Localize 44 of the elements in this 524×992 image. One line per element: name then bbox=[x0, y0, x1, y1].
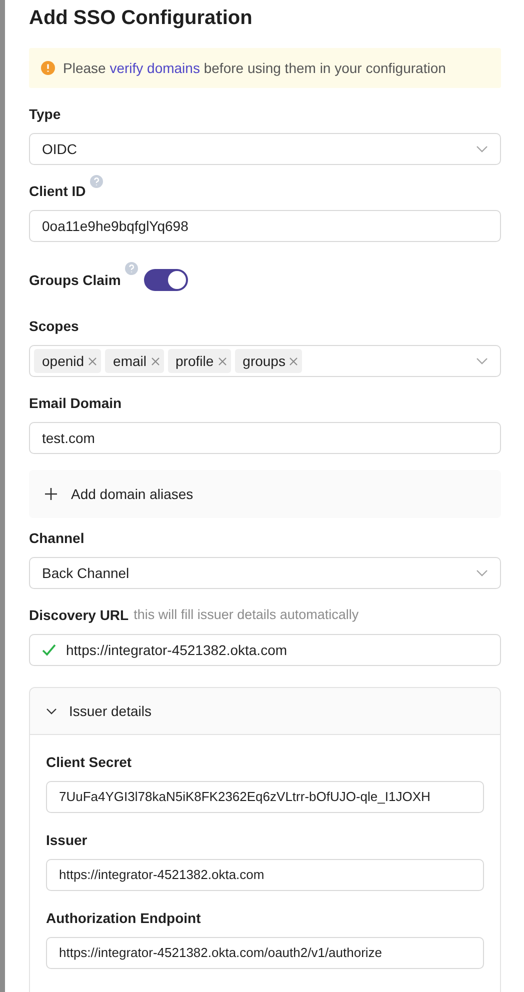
select-value: Back Channel bbox=[42, 564, 130, 582]
alert-message: Please verify domains before using them in your configuration bbox=[63, 58, 446, 78]
page-title: Add SSO Configuration bbox=[29, 6, 254, 30]
remove-tag-icon[interactable] bbox=[88, 356, 98, 366]
input-field[interactable]: https://integrator-4521382.okta.com bbox=[46, 859, 484, 891]
plus-icon bbox=[45, 488, 57, 500]
scope-tag: email bbox=[105, 349, 164, 373]
scope-tag: profile bbox=[168, 349, 231, 373]
remove-tag-icon[interactable] bbox=[289, 356, 298, 366]
field-label: Scopes bbox=[29, 316, 79, 336]
field-label: Issuer bbox=[46, 830, 88, 850]
warning-icon bbox=[41, 61, 55, 75]
chevron-down-icon bbox=[46, 708, 57, 714]
field-label: Email Domain bbox=[29, 394, 122, 412]
input-field[interactable]: 0oa11e9he9bqfglYq698 bbox=[29, 210, 501, 242]
field-label: Groups Claim bbox=[29, 270, 121, 290]
scope-tag: openid bbox=[34, 349, 102, 373]
field-label: Discovery URL bbox=[29, 606, 129, 625]
field-hint: this will fill issuer details automatically bbox=[134, 606, 359, 624]
scope-tag: groups bbox=[234, 349, 302, 373]
multi-select-field[interactable]: openid email profile groups bbox=[29, 345, 501, 377]
help-icon[interactable] bbox=[90, 175, 103, 188]
select-field[interactable]: Back Channel bbox=[29, 557, 501, 589]
chevron-down-icon bbox=[476, 145, 488, 153]
url-input-field[interactable]: https://integrator-4521382.okta.com bbox=[29, 634, 501, 666]
verify-domains-link[interactable]: verify domains bbox=[110, 60, 200, 76]
field-label: Channel bbox=[29, 528, 84, 548]
input-field[interactable]: https://integrator-4521382.okta.com/oauth2/v1/authorize bbox=[46, 937, 484, 969]
chevron-down-icon bbox=[476, 357, 488, 365]
chevron-down-icon bbox=[476, 569, 488, 577]
field-label: Type bbox=[29, 104, 61, 124]
remove-tag-icon[interactable] bbox=[218, 356, 227, 366]
select-value: OIDC bbox=[42, 140, 77, 158]
toggle-switch[interactable] bbox=[144, 269, 188, 291]
remove-tag-icon[interactable] bbox=[150, 356, 160, 366]
issuer-details-toggle[interactable]: Issuer details bbox=[30, 688, 500, 735]
select-field[interactable]: OIDC bbox=[29, 133, 501, 165]
add-domain-aliases-button[interactable]: Add domain aliases bbox=[29, 470, 501, 518]
help-icon[interactable] bbox=[124, 262, 138, 275]
field-label: Authorization Endpoint bbox=[46, 908, 201, 928]
field-label: Client ID bbox=[29, 182, 86, 200]
field-label: Client Secret bbox=[46, 752, 132, 772]
input-field[interactable]: test.com bbox=[29, 422, 501, 454]
input-field[interactable]: 7UuFa4YGI3l78kaN5iK8FK2362Eq6zVLtrr-bOfUJO-qle_I1JOXH bbox=[46, 781, 484, 813]
